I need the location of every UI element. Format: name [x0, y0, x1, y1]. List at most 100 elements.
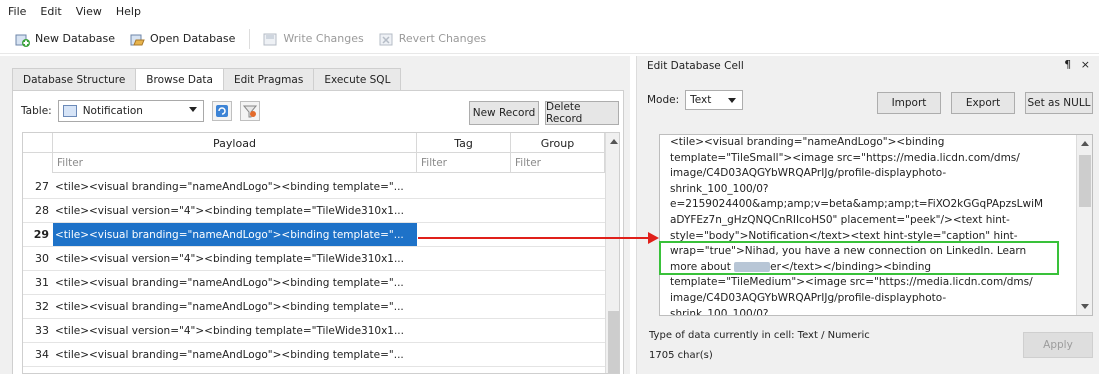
column-header-tag[interactable]: Tag: [417, 133, 511, 153]
payload-cell[interactable]: <tile><visual branding="nameAndLogo"><bi…: [53, 343, 417, 366]
payload-cell[interactable]: <tile><visual branding="nameAndLogo"><bi…: [53, 295, 417, 318]
table-select[interactable]: Notification: [57, 100, 204, 122]
write-changes-label: Write Changes: [283, 32, 364, 45]
table-row[interactable]: 27 <tile><visual branding="nameAndLogo">…: [23, 175, 619, 199]
mode-select[interactable]: Text: [685, 90, 744, 110]
row-number: 31: [35, 276, 49, 289]
grid-scrollbar[interactable]: [605, 133, 619, 373]
cell-text-content: <tile><visual branding="nameAndLogo"><bi…: [670, 135, 1070, 316]
revert-changes-button[interactable]: Revert Changes: [378, 31, 486, 47]
payload-cell[interactable]: <tile><visual branding="nameAndLogo"><bi…: [53, 175, 417, 198]
table-row[interactable]: 32 <tile><visual branding="nameAndLogo">…: [23, 295, 619, 319]
write-changes-button[interactable]: Write Changes: [262, 31, 364, 47]
payload-cell[interactable]: <tile><visual branding="nameAndLogo"><bi…: [53, 271, 417, 294]
annotation-arrow-head: [648, 232, 659, 244]
table-row[interactable]: 28 <tile><visual version="4"><binding te…: [23, 199, 619, 223]
table-icon: [62, 105, 77, 117]
menu-edit[interactable]: Edit: [40, 5, 61, 18]
annotation-arrow-line: [418, 237, 650, 239]
row-number: 29: [33, 228, 49, 241]
apply-button[interactable]: Apply: [1023, 332, 1093, 358]
scroll-up-icon[interactable]: [610, 139, 618, 144]
column-header-group[interactable]: Group: [511, 133, 605, 153]
menu-view[interactable]: View: [76, 5, 102, 18]
tab-execute-sql[interactable]: Execute SQL: [313, 68, 402, 90]
delete-record-button[interactable]: Delete Record: [545, 101, 619, 125]
row-number: 34: [35, 348, 49, 361]
table-row[interactable]: 34 <tile><visual branding="nameAndLogo">…: [23, 343, 619, 367]
filter-input-group[interactable]: Filter: [511, 153, 605, 173]
new-database-button[interactable]: New Database: [14, 31, 115, 47]
dock-window-controls[interactable]: ¶ ×: [1064, 58, 1093, 71]
table-label: Table:: [21, 105, 52, 117]
scrollbar-thumb[interactable]: [1079, 155, 1091, 207]
payload-cell[interactable]: <tile><visual version="4"><binding templ…: [53, 199, 417, 222]
revert-changes-label: Revert Changes: [398, 32, 487, 45]
cell-text-editor[interactable]: <tile><visual branding="nameAndLogo"><bi…: [659, 134, 1093, 316]
set-null-button[interactable]: Set as NULL: [1025, 92, 1093, 114]
tab-database-structure[interactable]: Database Structure: [12, 68, 137, 90]
table-row[interactable]: 30 <tile><visual version="4"><binding te…: [23, 247, 619, 271]
filter-input-payload[interactable]: Filter: [53, 153, 417, 173]
editor-line: image/C4D03AQGYbWRQAPrIJg/profile-displa…: [670, 291, 947, 304]
grid-rows: 27 <tile><visual branding="nameAndLogo">…: [23, 175, 619, 367]
editor-line: <tile><visual branding="nameAndLogo"><bi…: [670, 136, 945, 148]
annotation-highlight-box: [659, 241, 1059, 275]
open-database-button[interactable]: Open Database: [129, 31, 235, 47]
scrollbar-thumb[interactable]: [608, 311, 619, 373]
table-selector-row: Table: Notification: [21, 99, 260, 123]
menu-file[interactable]: File: [8, 5, 26, 18]
editor-line: template="TileMedium"><image src="https:…: [670, 276, 1033, 289]
toolbar: New Database Open Database Write Changes…: [0, 24, 1099, 54]
tab-edit-pragmas[interactable]: Edit Pragmas: [222, 68, 315, 90]
row-number: 28: [35, 204, 49, 217]
new-record-button[interactable]: New Record: [469, 101, 539, 125]
editor-line: aDYFEz7n_gHzQNQCnRIIcoHS0" placement="pe…: [670, 213, 1010, 226]
edit-cell-dock: Edit Database Cell ¶ × Mode: Text Import…: [636, 56, 1099, 374]
editor-line: image/C4D03AQGYbWRQAPrIJg/profile-displa…: [670, 167, 947, 180]
import-button[interactable]: Import: [877, 92, 941, 114]
row-number-header: [23, 133, 53, 153]
open-database-icon: [129, 31, 145, 47]
row-number: 32: [35, 300, 49, 313]
open-database-label: Open Database: [149, 32, 236, 45]
clear-filters-button[interactable]: [239, 101, 260, 121]
row-number: 33: [35, 324, 49, 337]
clear-filter-icon: [242, 105, 257, 118]
menu-bar: File Edit View Help: [0, 0, 1099, 22]
editor-line: e=2159024400&amp;amp;v=beta&amp;amp;t=Fi…: [670, 198, 1044, 211]
scroll-up-icon[interactable]: [1081, 141, 1089, 146]
toolbar-separator: [249, 28, 251, 49]
row-number: 30: [35, 252, 49, 265]
filter-input-tag[interactable]: Filter: [417, 153, 511, 173]
editor-line: shrink_100_100/0?: [670, 182, 769, 195]
payload-cell[interactable]: <tile><visual version="4"><binding templ…: [53, 247, 417, 270]
refresh-button[interactable]: [211, 101, 232, 121]
dock-title: Edit Database Cell: [647, 60, 744, 72]
filter-spacer: [23, 153, 53, 173]
table-row[interactable]: 33 <tile><visual version="4"><binding te…: [23, 319, 619, 343]
export-button[interactable]: Export: [951, 92, 1015, 114]
new-database-label: New Database: [35, 32, 115, 45]
refresh-icon: [215, 105, 228, 117]
editor-line: shrink_100_100/0?: [670, 307, 769, 316]
tab-bar: Database Structure Browse Data Edit Prag…: [12, 68, 402, 91]
table-row-selected[interactable]: 29 <tile><visual branding="nameAndLogo">…: [23, 223, 619, 247]
mode-label: Mode:: [647, 94, 680, 106]
chevron-down-icon: [728, 98, 737, 103]
mode-select-value: Text: [690, 94, 712, 106]
data-grid: Payload Tag Group Filter Filter Filter 2…: [22, 132, 620, 374]
row-number: 27: [35, 180, 49, 193]
chevron-down-icon: [188, 107, 197, 112]
menu-help[interactable]: Help: [116, 5, 141, 18]
scroll-down-icon[interactable]: [1081, 304, 1089, 309]
payload-cell[interactable]: <tile><visual version="4"><binding templ…: [53, 319, 417, 342]
editor-scrollbar[interactable]: [1076, 135, 1092, 315]
grid-header: Payload Tag Group: [23, 133, 619, 153]
payload-cell-selected[interactable]: <tile><visual branding="nameAndLogo"><bi…: [53, 223, 417, 246]
editor-line: template="TileSmall"><image src="https:/…: [670, 151, 1020, 164]
new-database-icon: [14, 31, 30, 47]
column-header-payload[interactable]: Payload: [53, 133, 417, 153]
table-row[interactable]: 31 <tile><visual branding="nameAndLogo">…: [23, 271, 619, 295]
tab-browse-data[interactable]: Browse Data: [135, 68, 224, 91]
